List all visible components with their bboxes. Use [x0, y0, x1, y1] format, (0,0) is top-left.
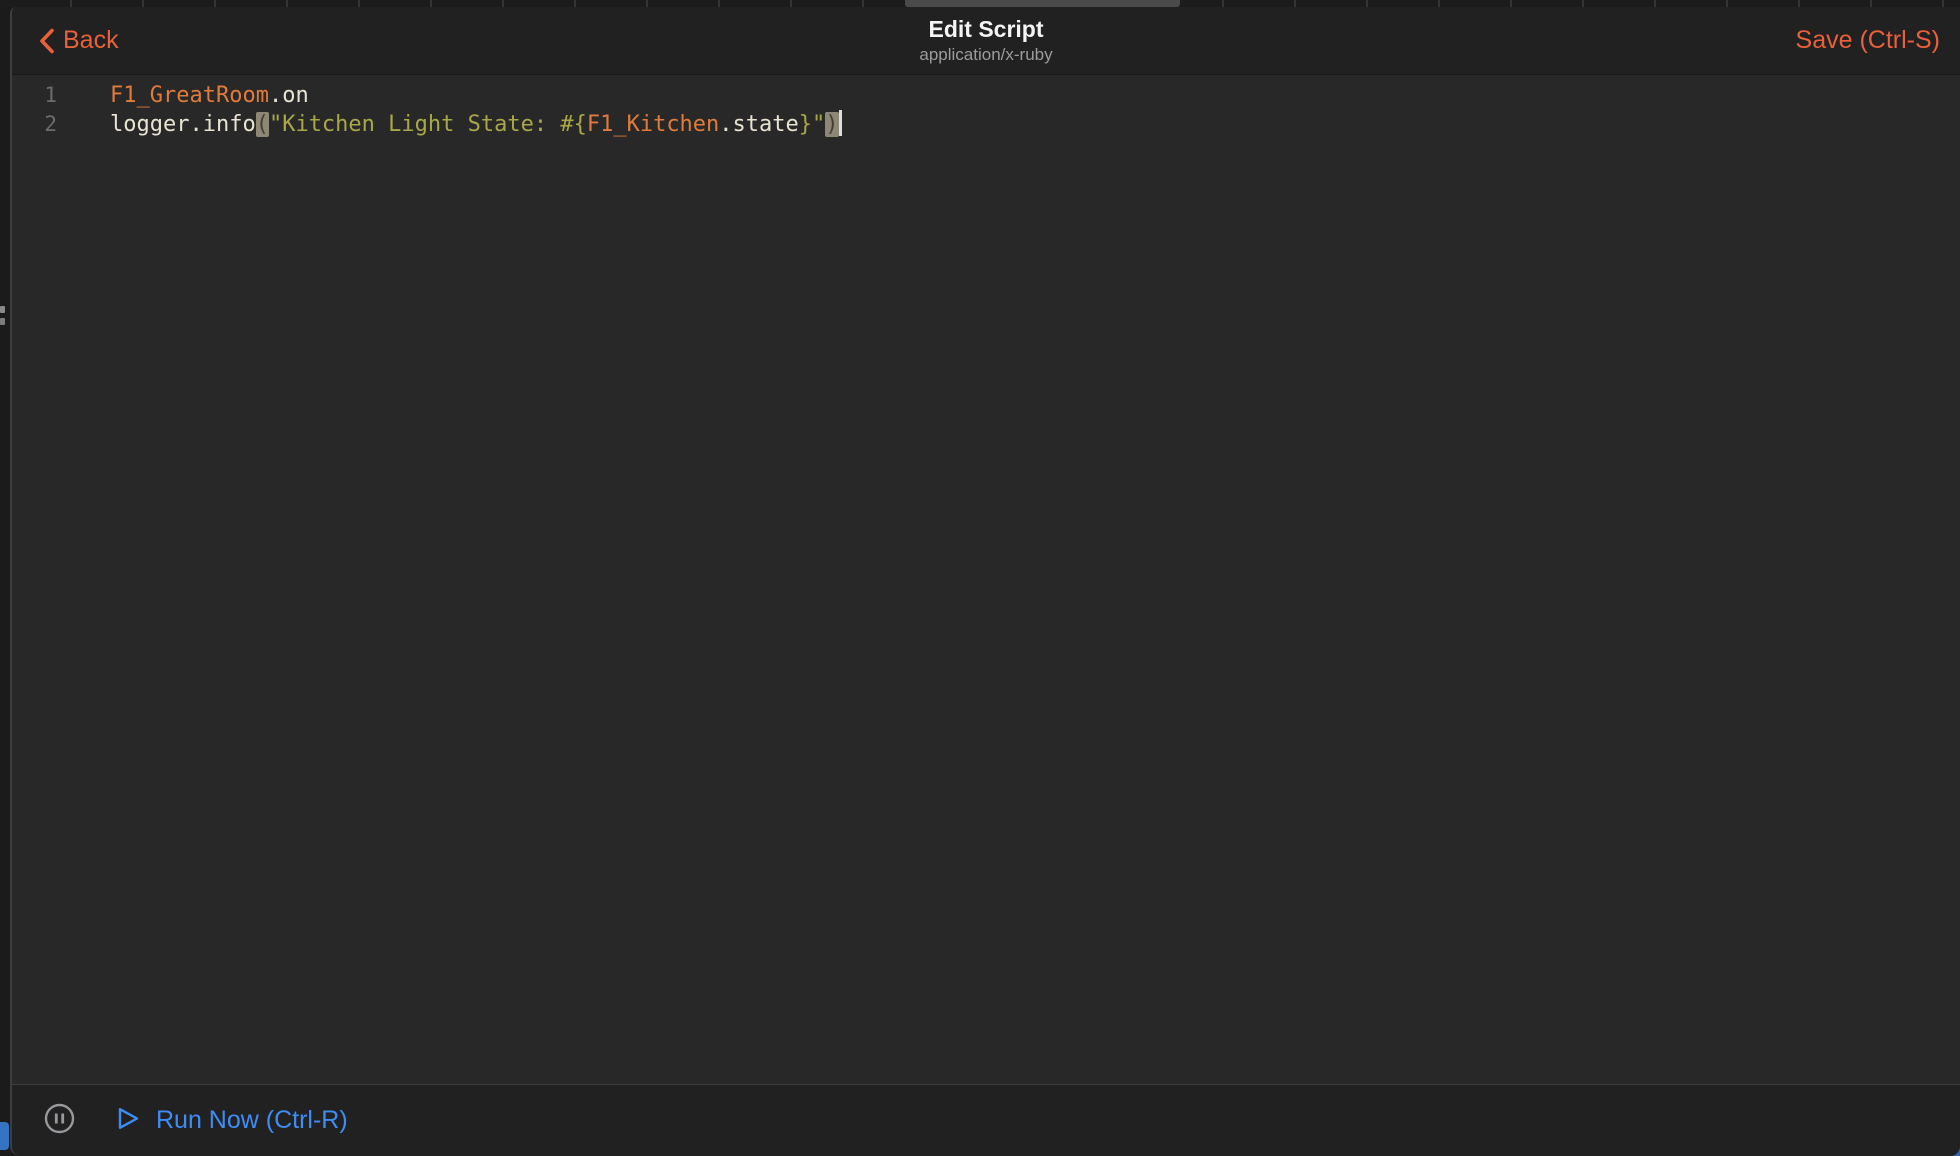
- code-token-plain: logger.info: [110, 112, 256, 137]
- line-number: 1: [12, 81, 57, 110]
- background-fragment: [0, 1122, 9, 1150]
- run-now-label: Run Now (Ctrl-R): [156, 1108, 348, 1133]
- title-block: Edit Script application/x-ruby: [12, 7, 1960, 74]
- line-content: F1_GreatRoom.on: [57, 81, 309, 110]
- chevron-left-icon: [38, 27, 55, 55]
- screen: Back Edit Script application/x-ruby Save…: [0, 0, 1960, 1156]
- page-title: Edit Script: [928, 16, 1043, 43]
- code-token-entity: F1_Kitchen: [587, 112, 719, 137]
- save-button[interactable]: Save (Ctrl-S): [1796, 28, 1940, 53]
- code-editor[interactable]: 1F1_GreatRoom.on2logger.info("Kitchen Li…: [12, 75, 1960, 1084]
- modal-header: Back Edit Script application/x-ruby Save…: [12, 7, 1960, 75]
- line-number: 2: [12, 110, 57, 139]
- code-line: 2logger.info("Kitchen Light State: #{F1_…: [12, 110, 1960, 139]
- code-token-plain: .on: [269, 83, 309, 108]
- back-button[interactable]: Back: [38, 27, 119, 55]
- run-now-button[interactable]: Run Now (Ctrl-R): [116, 1105, 348, 1137]
- code-token-string: }": [799, 112, 826, 137]
- background-fragment: [0, 318, 5, 325]
- code-line: 1F1_GreatRoom.on: [12, 81, 1960, 110]
- page-subtitle: application/x-ruby: [919, 44, 1052, 66]
- line-content: logger.info("Kitchen Light State: #{F1_K…: [57, 110, 842, 139]
- code-lines: 1F1_GreatRoom.on2logger.info("Kitchen Li…: [12, 81, 1960, 139]
- edit-script-modal: Back Edit Script application/x-ruby Save…: [10, 7, 1960, 1156]
- background-scroll-indicator: [905, 0, 1180, 7]
- text-cursor: [839, 110, 842, 136]
- pause-button[interactable]: [43, 1105, 75, 1137]
- pause-circle-icon: [44, 1103, 75, 1139]
- background-page-top-strip: [0, 0, 1960, 7]
- background-fragment: [0, 306, 5, 313]
- code-token-paren: (: [256, 112, 269, 137]
- code-token-paren: ): [825, 112, 838, 137]
- play-icon: [116, 1105, 141, 1137]
- code-token-string: "Kitchen Light State: #{: [269, 112, 587, 137]
- code-token-entity: F1_GreatRoom: [110, 83, 269, 108]
- back-label: Back: [63, 28, 119, 53]
- footer-toolbar: Run Now (Ctrl-R): [12, 1084, 1960, 1156]
- code-token-plain: .state: [719, 112, 798, 137]
